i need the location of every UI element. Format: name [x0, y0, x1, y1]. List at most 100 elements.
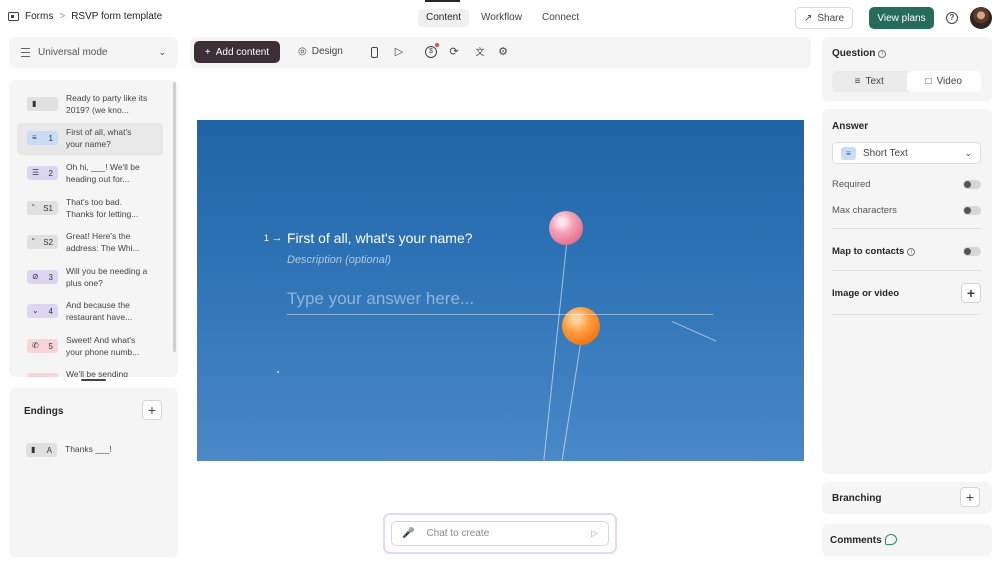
- info-icon[interactable]: i: [907, 247, 916, 256]
- info-icon[interactable]: i: [878, 50, 887, 58]
- statement-icon: “: [32, 203, 35, 212]
- balloon-string: [543, 245, 567, 460]
- notification-dot: [435, 43, 439, 47]
- question-settings-panel: Question i ≡ Text □ Video: [822, 37, 992, 101]
- question-text: Sweet! And what's your phone numb...: [66, 335, 140, 357]
- list-item[interactable]: ✆ 5 Sweet! And what's your phone numb...: [17, 331, 163, 363]
- help-icon[interactable]: ?: [946, 12, 958, 24]
- share-button[interactable]: ↗ Share: [795, 7, 853, 29]
- question-number: 2: [48, 168, 53, 178]
- breadcrumb-forms[interactable]: Forms: [25, 11, 53, 22]
- question-number: 1: [264, 233, 270, 243]
- list-item[interactable]: ⌄ 4 And because the restaurant have...: [17, 296, 163, 328]
- list-item[interactable]: ⊘ 3 Will you be needing a plus one?: [17, 262, 163, 294]
- gear-icon[interactable]: ⚙: [497, 46, 509, 58]
- dollar-icon[interactable]: $: [425, 46, 437, 58]
- avatar[interactable]: [970, 7, 992, 29]
- question-section-label: Question: [832, 48, 876, 59]
- question-number: 1: [48, 133, 53, 143]
- breadcrumb-form-title[interactable]: RSVP form template: [71, 11, 162, 22]
- required-toggle[interactable]: [963, 180, 981, 189]
- share-icon: ↗: [803, 12, 813, 24]
- list-item[interactable]: ✉ 6 We'll be sending: [17, 365, 163, 377]
- ending-item[interactable]: ▮ A Thanks ___!: [26, 443, 149, 457]
- question-number: S2: [43, 237, 53, 247]
- question-text: That's too bad. Thanks for letting...: [66, 197, 139, 219]
- question-number: 6: [49, 376, 53, 378]
- add-ending-button[interactable]: +: [142, 400, 162, 420]
- add-branching-button[interactable]: +: [960, 487, 980, 507]
- question-badge: ▮: [27, 97, 58, 111]
- question-media-toggle: ≡ Text □ Video: [832, 71, 981, 92]
- answer-settings-panel: Answer ≡ Short Text ⌄ Required Max chara…: [822, 109, 992, 474]
- video-option[interactable]: □ Video: [906, 71, 981, 92]
- design-button[interactable]: ◎ Design: [298, 46, 343, 57]
- video-option-label: Video: [936, 76, 962, 87]
- mode-select[interactable]: Universal mode ⌄: [9, 37, 178, 68]
- chevron-down-icon: ⌄: [964, 147, 972, 158]
- list-item[interactable]: ≡ 1 First of all, what's your name?: [17, 123, 163, 155]
- question-number-label: 1 →: [264, 232, 283, 244]
- question-text: Great! Here's the address: The Whi...: [66, 231, 140, 253]
- palette-icon: ◎: [298, 46, 307, 57]
- divider: [832, 314, 981, 315]
- tab-content[interactable]: Content: [418, 9, 470, 27]
- add-image-video-button[interactable]: +: [961, 283, 981, 303]
- comments-label: Comments: [830, 535, 882, 546]
- forms-icon: [8, 12, 19, 21]
- max-characters-row: Max characters: [832, 205, 981, 216]
- list-item[interactable]: “ S1 That's too bad. Thanks for letting.…: [17, 193, 163, 225]
- branching-panel: Branching +: [822, 482, 992, 514]
- question-text: First of all, what's your name?: [66, 127, 132, 149]
- question-number: 4: [48, 306, 53, 316]
- view-plans-button[interactable]: View plans: [869, 7, 934, 29]
- mode-label: Universal mode: [38, 47, 108, 58]
- phone-icon: ✆: [32, 341, 39, 350]
- description-field[interactable]: Description (optional): [287, 254, 391, 266]
- statement-icon: “: [32, 237, 35, 246]
- tab-connect[interactable]: Connect: [534, 9, 587, 27]
- comments-panel[interactable]: Comments: [822, 524, 992, 556]
- question-number: S1: [43, 203, 53, 213]
- chevron-down-icon: ⌄: [158, 47, 166, 57]
- max-characters-toggle[interactable]: [963, 206, 981, 215]
- translate-icon[interactable]: 文: [474, 46, 486, 58]
- question-section-title: Question i: [832, 48, 887, 59]
- text-option[interactable]: ≡ Text: [832, 71, 907, 92]
- short-text-icon: ≡: [32, 133, 37, 142]
- yes-no-icon: ⊘: [32, 272, 39, 281]
- chat-input[interactable]: 🎤 Chat to create ▷: [391, 521, 609, 546]
- chat-placeholder: Chat to create: [426, 528, 490, 539]
- question-list-scrollbar[interactable]: [173, 82, 176, 352]
- short-text-icon: ≡: [841, 146, 856, 160]
- answer-type-select[interactable]: ≡ Short Text ⌄: [832, 142, 981, 164]
- mobile-preview-icon[interactable]: [371, 47, 378, 58]
- refresh-icon[interactable]: ⟳: [448, 46, 460, 58]
- play-icon[interactable]: ▷: [393, 46, 405, 58]
- video-icon: □: [925, 76, 932, 87]
- list-item[interactable]: “ S2 Great! Here's the address: The Whi.…: [17, 227, 163, 259]
- question-text: We'll be sending: [66, 369, 128, 377]
- welcome-icon: ▮: [32, 99, 37, 108]
- branching-label: Branching: [832, 493, 882, 504]
- tab-workflow[interactable]: Workflow: [473, 9, 530, 27]
- top-bar: Forms > RSVP form template Content Workf…: [0, 0, 1000, 36]
- list-item[interactable]: ☰ 2 Oh hi, ___! We'll be heading out for…: [17, 158, 163, 190]
- map-to-contacts-label: Map to contacts: [832, 246, 905, 257]
- active-tab-indicator: [425, 0, 460, 2]
- editor-toolbar: + Add content ◎ Design ▷ $ ⟳ 文 ⚙: [190, 37, 811, 68]
- endings-title: Endings: [24, 406, 64, 417]
- resize-handle[interactable]: [81, 379, 106, 381]
- question-title[interactable]: First of all, what's your name?: [287, 230, 473, 246]
- list-icon: [21, 48, 30, 57]
- list-item[interactable]: ▮ Ready to party like its 2019? (we kno.…: [17, 89, 163, 121]
- add-content-button[interactable]: + Add content: [194, 41, 280, 63]
- divider: [832, 270, 981, 271]
- send-icon[interactable]: ▷: [591, 528, 598, 539]
- question-text: Oh hi, ___! We'll be heading out for...: [66, 162, 140, 184]
- answer-input[interactable]: Type your answer here...: [287, 289, 713, 315]
- microphone-icon[interactable]: 🎤: [402, 528, 414, 539]
- map-to-contacts-toggle[interactable]: [963, 247, 981, 256]
- ending-letter: A: [46, 445, 52, 455]
- divider: [832, 228, 981, 229]
